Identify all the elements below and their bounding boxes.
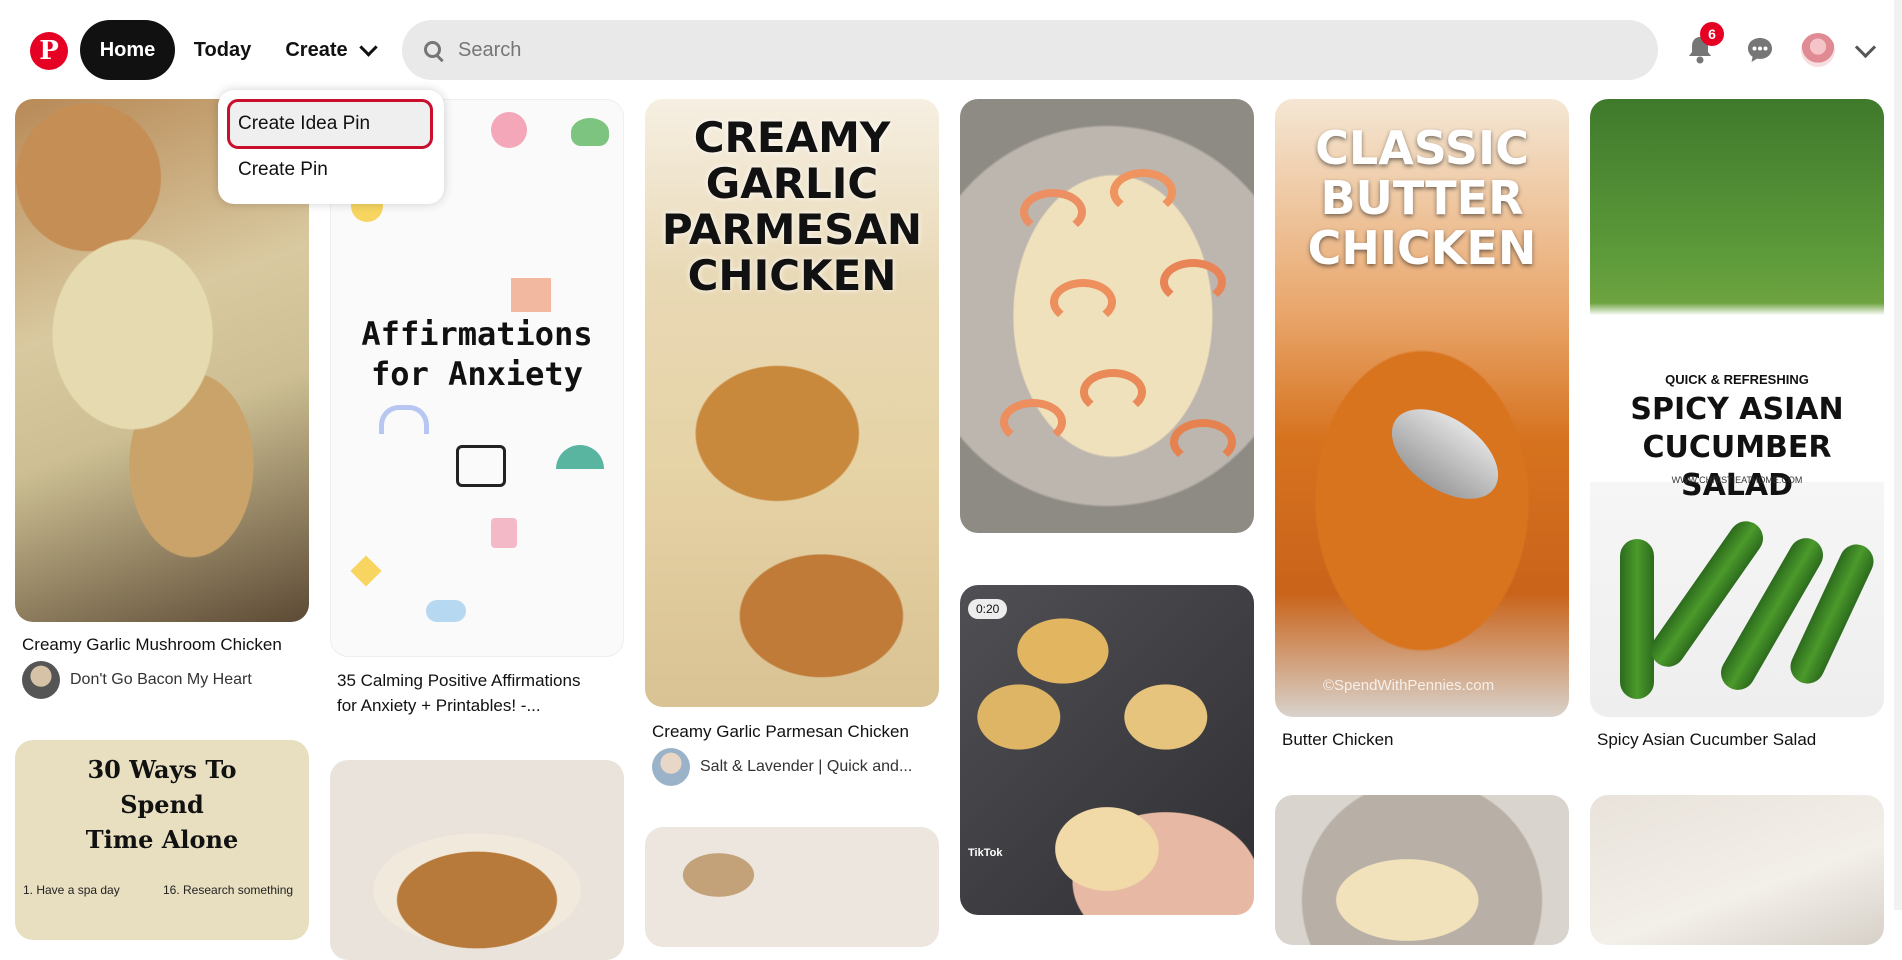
- pin-image[interactable]: 30 Ways To Spend Time Alone 1. Have a sp…: [15, 740, 309, 940]
- video-duration: 0:20: [968, 599, 1008, 619]
- pin-image[interactable]: [1590, 795, 1884, 945]
- create-button[interactable]: Create: [280, 20, 380, 80]
- source-name: Don't Go Bacon My Heart: [70, 671, 252, 688]
- shrimp-decoration: [1020, 189, 1086, 235]
- pin-video[interactable]: 0:20 TikTok: [960, 585, 1254, 915]
- cucumber-decoration: [1620, 539, 1654, 699]
- spoon-decoration: [1375, 390, 1515, 518]
- pin-title[interactable]: Spicy Asian Cucumber Salad: [1597, 727, 1816, 752]
- create-pin-item[interactable]: Create Pin: [230, 148, 430, 192]
- today-button[interactable]: Today: [185, 20, 260, 80]
- doodle-decoration: [350, 555, 382, 587]
- pin-image[interactable]: QUICK & REFRESHING SPICY ASIAN CUCUMBER …: [1590, 99, 1884, 717]
- pin-image[interactable]: [960, 99, 1254, 533]
- shrimp-decoration: [1080, 369, 1146, 415]
- home-button[interactable]: Home: [80, 20, 175, 80]
- pin-title[interactable]: Creamy Garlic Parmesan Chicken: [652, 719, 909, 744]
- pin-source[interactable]: Salt & Lavender | Quick and...: [652, 748, 912, 786]
- pin-image[interactable]: CLASSIC BUTTER CHICKEN ©SpendWithPennies…: [1275, 99, 1569, 717]
- pin-image[interactable]: CREAMY GARLIC PARMESAN CHICKEN: [645, 99, 939, 707]
- top-nav-bar: P Home Today Create 6: [0, 0, 1902, 100]
- source-avatar: [652, 748, 690, 786]
- doodle-decoration: [491, 112, 527, 148]
- chevron-down-icon: [358, 37, 378, 57]
- doodle-decoration: [426, 600, 466, 622]
- chat-bubble-icon: [1748, 38, 1772, 62]
- pin-image[interactable]: [1275, 795, 1569, 945]
- pin-image[interactable]: [645, 827, 939, 947]
- shrimp-decoration: [1110, 169, 1176, 215]
- profile-avatar[interactable]: [1801, 33, 1835, 67]
- logo-letter: P: [39, 36, 59, 66]
- pin-image-text: CREAMY GARLIC PARMESAN CHICKEN: [661, 113, 923, 300]
- doodle-decoration: [491, 518, 517, 548]
- page-scrollbar[interactable]: [1894, 0, 1902, 910]
- pin-image-text: Affirmations for Anxiety: [361, 315, 593, 393]
- pin-image[interactable]: [330, 760, 624, 960]
- pin-image-list-item: 1. Have a spa day: [23, 883, 120, 897]
- create-dropdown-menu: Create Idea Pin Create Pin: [218, 90, 444, 204]
- shrimp-decoration: [1170, 419, 1236, 465]
- notification-badge: 6: [1700, 22, 1724, 46]
- search-input[interactable]: [456, 37, 1560, 63]
- pin-image-text: CLASSIC BUTTER CHICKEN: [1307, 121, 1537, 275]
- pin-title[interactable]: Creamy Garlic Mushroom Chicken: [22, 632, 282, 657]
- doodle-decoration: [571, 118, 609, 146]
- search-icon: [424, 41, 442, 59]
- pin-image-kicker: QUICK & REFRESHING: [1665, 372, 1809, 387]
- pin-title[interactable]: 35 Calming Positive Affirmations for Anx…: [337, 668, 597, 718]
- search-bar[interactable]: [402, 20, 1658, 80]
- pin-image-url-text: WWW.CHRISTIEATHOME.COM: [1671, 475, 1803, 485]
- account-menu-chevron-icon[interactable]: [1854, 36, 1877, 59]
- shrimp-decoration: [1160, 259, 1226, 305]
- doodle-decoration: [456, 445, 506, 487]
- pin-watermark: ©SpendWithPennies.com: [1323, 677, 1495, 694]
- create-label: Create: [285, 38, 348, 61]
- tiktok-watermark: TikTok: [968, 847, 1003, 859]
- pin-source[interactable]: Don't Go Bacon My Heart: [22, 661, 252, 699]
- pin-image-text: SPICY ASIAN CUCUMBER SALAD: [1630, 392, 1844, 503]
- source-name: Salt & Lavender | Quick and...: [700, 758, 913, 775]
- shrimp-decoration: [1050, 279, 1116, 325]
- create-idea-pin-item[interactable]: Create Idea Pin: [227, 99, 433, 149]
- pin-title[interactable]: Butter Chicken: [1282, 727, 1394, 752]
- doodle-decoration: [379, 405, 429, 434]
- doodle-decoration: [556, 445, 604, 469]
- shrimp-decoration: [1000, 399, 1066, 445]
- doodle-decoration: [511, 278, 551, 312]
- source-avatar: [22, 661, 60, 699]
- pinterest-logo[interactable]: P: [30, 32, 68, 70]
- pin-image-list-item: 16. Research something: [163, 883, 294, 897]
- pin-image-text: 30 Ways To Spend Time Alone: [85, 755, 239, 854]
- messages-button[interactable]: [1738, 28, 1782, 72]
